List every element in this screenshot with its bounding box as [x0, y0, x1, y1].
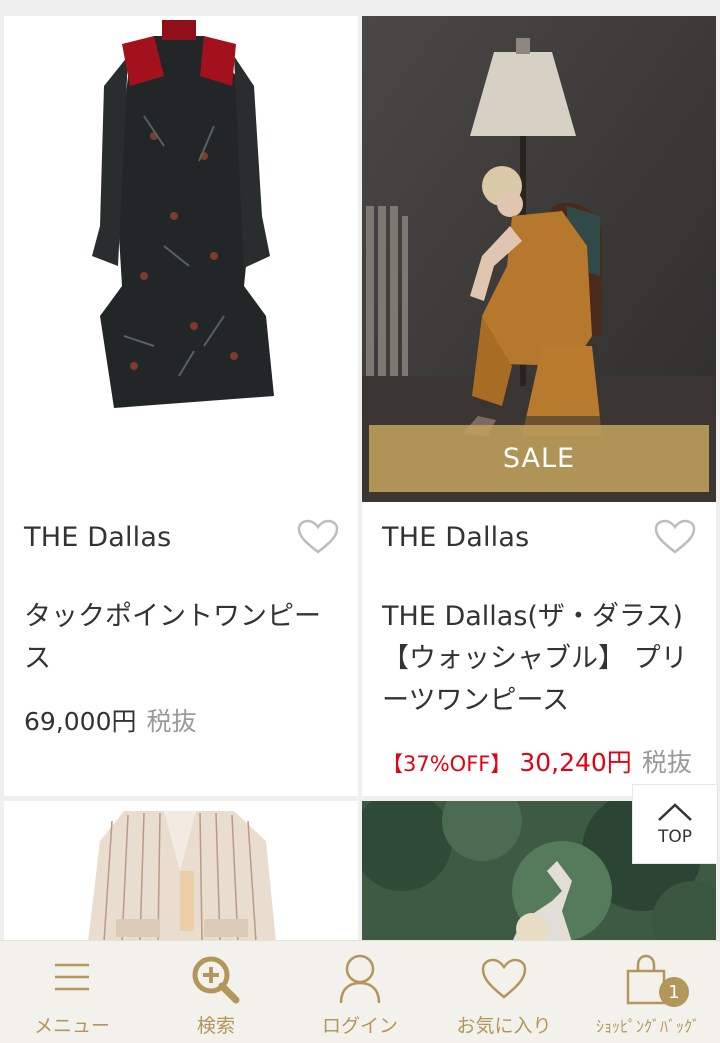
- tab-login[interactable]: ログイン: [288, 941, 432, 1043]
- sale-badge: SALE: [369, 425, 709, 492]
- product-image-striped-jacket[interactable]: [4, 801, 358, 942]
- bottom-tab-bar: メニュー 検索 ログイン お気に入り 1 ｼｮｯﾋﾟﾝｸﾞﾊﾞｯｸﾞ: [0, 940, 720, 1043]
- tab-login-label: ログイン: [321, 1015, 398, 1037]
- back-to-top-label: TOP: [657, 827, 693, 847]
- favorite-heart-icon[interactable]: [297, 519, 339, 555]
- hamburger-menu-icon: [55, 963, 89, 991]
- heart-icon: [481, 958, 527, 999]
- tab-search[interactable]: 検索: [144, 941, 288, 1043]
- product-price: 【37%OFF】 30,240円 税抜: [382, 743, 692, 779]
- tab-favorites-label: お気に入り: [456, 1015, 552, 1037]
- product-name[interactable]: タックポイントワンピース: [24, 596, 344, 680]
- back-to-top-button[interactable]: TOP: [632, 784, 718, 864]
- product-brand[interactable]: THE Dallas: [382, 522, 529, 553]
- cart-count-badge: 1: [659, 977, 689, 1007]
- tab-favorites[interactable]: お気に入り: [432, 941, 576, 1043]
- price-value: 30,240円: [519, 748, 632, 777]
- product-brand[interactable]: THE Dallas: [24, 522, 171, 553]
- discount-label: 【37%OFF】: [382, 752, 512, 776]
- tab-shopping-bag[interactable]: 1 ｼｮｯﾋﾟﾝｸﾞﾊﾞｯｸﾞ: [576, 941, 720, 1043]
- tab-menu-label: メニュー: [33, 1015, 110, 1037]
- top-strip: [0, 0, 720, 16]
- product-image-model-chair[interactable]: SALE: [362, 16, 716, 502]
- product-card-2[interactable]: SALE THE Dallas THE Dallas(ザ・ダラス)【ウォッシャブ…: [362, 16, 716, 796]
- product-price: 69,000円 税抜: [24, 702, 197, 738]
- price-value: 69,000円: [24, 707, 137, 736]
- search-zoom-icon: [192, 956, 240, 1004]
- tab-menu[interactable]: メニュー: [0, 941, 144, 1043]
- favorite-heart-icon[interactable]: [654, 519, 696, 555]
- product-card-1[interactable]: THE Dallas タックポイントワンピース 69,000円 税抜: [4, 16, 358, 796]
- product-card-3[interactable]: [4, 801, 358, 942]
- tax-label: 税抜: [641, 748, 692, 777]
- chevron-up-icon: [658, 803, 692, 821]
- tax-label: 税抜: [146, 707, 197, 736]
- tab-search-label: 検索: [196, 1015, 235, 1037]
- product-name[interactable]: THE Dallas(ザ・ダラス)【ウォッシャブル】 プリーツワンピース: [382, 596, 702, 722]
- user-icon: [339, 954, 381, 1004]
- tab-shopping-bag-label: ｼｮｯﾋﾟﾝｸﾞﾊﾞｯｸﾞ: [595, 1017, 700, 1036]
- product-image-dress-floral[interactable]: [4, 16, 358, 500]
